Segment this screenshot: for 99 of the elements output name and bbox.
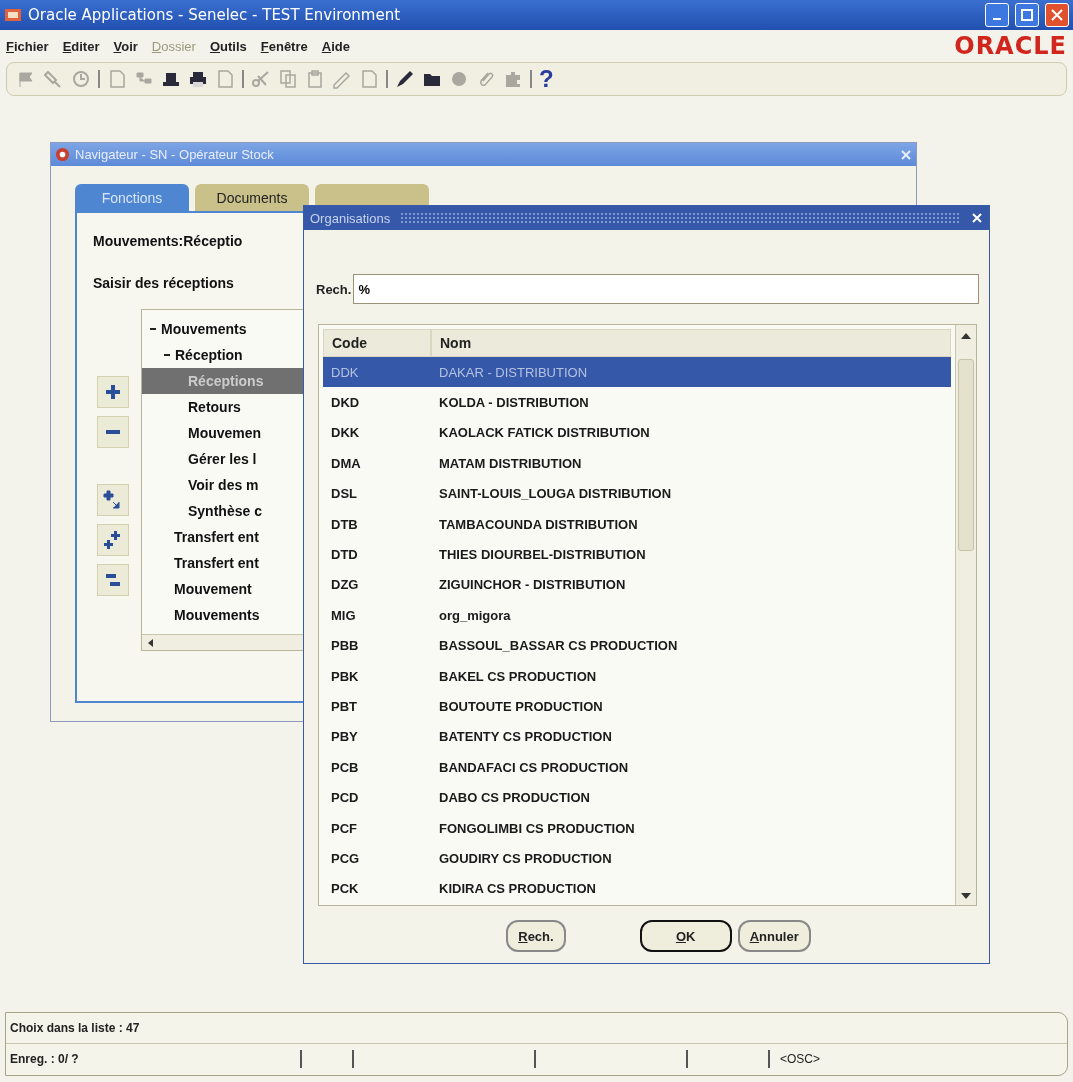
close-icon[interactable] bbox=[900, 148, 912, 161]
code-cell-text: DTD bbox=[330, 547, 359, 563]
logo: ORACLE bbox=[954, 32, 1067, 60]
list-row[interactable]: PCD DABO CS PRODUCTION bbox=[323, 782, 951, 813]
tree-item[interactable]: Mouvements bbox=[142, 316, 322, 342]
name-cell-text: ZIGUINCHOR - DISTRIBUTION bbox=[438, 577, 627, 593]
name-cell-text: SAINT-LOUIS_LOUGA DISTRIBUTION bbox=[438, 486, 673, 502]
double-plus-icon bbox=[103, 530, 123, 550]
code-cell-text: DDK bbox=[330, 364, 360, 380]
window-title: Oracle Applications - Senelec - TEST Environment bbox=[28, 6, 402, 24]
code-cell-text: PBT bbox=[330, 699, 358, 714]
column-header[interactable]: Nom bbox=[431, 329, 951, 357]
name-cell-text: org_migora bbox=[438, 607, 512, 623]
collapse-all-button[interactable] bbox=[97, 564, 129, 596]
function-heading: Mouvements:Réceptio bbox=[93, 233, 243, 249]
code-cell-text: DKD bbox=[330, 395, 361, 411]
dialog-button[interactable]: OK bbox=[639, 920, 732, 952]
name-cell-text: KIDIRA CS PRODUCTION bbox=[438, 881, 597, 897]
code-cell-text: PBK bbox=[330, 668, 360, 684]
name-cell-text: BATENTY CS PRODUCTION bbox=[438, 729, 613, 745]
name-cell-text: MATAM DISTRIBUTION bbox=[438, 455, 583, 471]
code-cell-text: PCF bbox=[330, 820, 358, 836]
collapse-button[interactable] bbox=[97, 416, 129, 448]
code-cell-text: PCD bbox=[330, 790, 360, 806]
mode-indicator: <OSC> bbox=[779, 1052, 821, 1066]
code-cell-text: PCB bbox=[330, 759, 360, 775]
maximize-icon bbox=[1021, 9, 1033, 21]
minimize-icon bbox=[993, 18, 1001, 20]
search-label: Rech. bbox=[316, 281, 352, 297]
code-cell-text: DSL bbox=[330, 486, 358, 502]
expand-button[interactable] bbox=[97, 376, 129, 408]
list-row[interactable]: DDK DAKAR - DISTRIBUTION bbox=[323, 357, 951, 388]
record-count: Enreg. : 0/ ? bbox=[9, 1052, 80, 1066]
status-message: Choix dans la liste : 47 bbox=[10, 1021, 140, 1035]
name-cell-text: DABO CS PRODUCTION bbox=[438, 790, 591, 806]
tab[interactable]: Documents bbox=[195, 184, 309, 211]
menu-item[interactable]: Aide bbox=[321, 38, 350, 54]
function-subheading: Saisir des réceptions bbox=[93, 275, 234, 291]
pen-icon[interactable] bbox=[395, 69, 415, 89]
list-row[interactable]: PBY BATENTY CS PRODUCTION bbox=[323, 721, 951, 753]
menu-item[interactable]: Fichier bbox=[6, 38, 49, 54]
code-cell-text: DZG bbox=[330, 577, 360, 593]
code-cell-text: PBB bbox=[330, 638, 360, 654]
tree-item[interactable]: Réception bbox=[142, 342, 322, 368]
list-row[interactable]: PBT BOUTOUTE PRODUCTION bbox=[323, 691, 951, 722]
search-field[interactable]: % bbox=[353, 274, 979, 304]
list-row[interactable]: DTD THIES DIOURBEL-DISTRIBUTION bbox=[323, 539, 951, 570]
name-cell-text: TAMBACOUNDA DISTRIBUTION bbox=[438, 516, 639, 532]
name-cell-text: BANDAFACI CS PRODUCTION bbox=[438, 759, 630, 775]
name-cell-text: KOLDA - DISTRIBUTION bbox=[438, 395, 590, 411]
window-title: Navigateur - SN - Opérateur Stock bbox=[75, 147, 275, 162]
dialog-button[interactable]: Annuler bbox=[737, 920, 811, 952]
help-button[interactable]: ? bbox=[539, 65, 554, 93]
menu-item[interactable]: Outils bbox=[209, 38, 247, 54]
list-row[interactable]: DSL SAINT-LOUIS_LOUGA DISTRIBUTION bbox=[323, 478, 951, 509]
name-cell-text: BAKEL CS PRODUCTION bbox=[438, 668, 598, 684]
name-cell-text: KAOLACK FATICK DISTRIBUTION bbox=[438, 425, 651, 441]
code-cell-text: MIG bbox=[330, 607, 357, 623]
list-row[interactable]: PCG GOUDIRY CS PRODUCTION bbox=[323, 843, 951, 874]
menu-item[interactable]: Editer bbox=[62, 38, 100, 54]
list-row[interactable]: DTB TAMBACOUNDA DISTRIBUTION bbox=[323, 508, 951, 540]
close-button[interactable] bbox=[1045, 3, 1069, 27]
menu-item[interactable]: Voir bbox=[113, 38, 138, 54]
name-cell-text: FONGOLIMBI CS PRODUCTION bbox=[438, 820, 636, 836]
expand-branch-button[interactable] bbox=[97, 484, 129, 516]
name-cell-text: BASSOUL_BASSAR CS PRODUCTION bbox=[438, 638, 679, 654]
name-cell-text: DAKAR - DISTRIBUTION bbox=[438, 364, 589, 380]
printer-icon[interactable] bbox=[188, 69, 208, 89]
maximize-button[interactable] bbox=[1015, 3, 1039, 27]
code-cell-text: DMA bbox=[330, 455, 362, 471]
list-row[interactable]: PCB BANDAFACI CS PRODUCTION bbox=[323, 752, 951, 783]
list-row[interactable]: DKK KAOLACK FATICK DISTRIBUTION bbox=[323, 417, 951, 449]
list-row[interactable]: PCF FONGOLIMBI CS PRODUCTION bbox=[323, 812, 951, 844]
menu-item[interactable]: Fenêtre bbox=[260, 38, 308, 54]
list-row[interactable]: DKD KOLDA - DISTRIBUTION bbox=[323, 387, 951, 418]
list-row[interactable]: PBK BAKEL CS PRODUCTION bbox=[323, 660, 951, 692]
close-icon bbox=[1051, 9, 1063, 21]
dialog-title: Organisations bbox=[310, 210, 391, 226]
code-cell-text: PBY bbox=[330, 729, 359, 745]
list-row[interactable]: PCK KIDIRA CS PRODUCTION bbox=[323, 873, 951, 905]
plus-arrow-icon bbox=[103, 490, 123, 510]
column-header[interactable]: Code bbox=[323, 329, 431, 357]
code-cell-text: PCK bbox=[330, 881, 360, 897]
name-cell-text: BOUTOUTE PRODUCTION bbox=[438, 699, 604, 714]
plus-icon bbox=[105, 384, 121, 400]
code-cell-text: DKK bbox=[330, 425, 361, 441]
list-row[interactable]: MIG org_migora bbox=[323, 600, 951, 631]
app-icon bbox=[55, 147, 70, 162]
code-cell-text: PCG bbox=[330, 850, 361, 866]
app-icon bbox=[4, 6, 22, 24]
list-row[interactable]: DZG ZIGUINCHOR - DISTRIBUTION bbox=[323, 569, 951, 601]
list-row[interactable]: DMA MATAM DISTRIBUTION bbox=[323, 448, 951, 479]
dialog-button[interactable]: Rech. bbox=[506, 920, 566, 952]
name-cell-text: GOUDIRY CS PRODUCTION bbox=[438, 850, 613, 866]
expand-all-button[interactable] bbox=[97, 524, 129, 556]
name-cell-text: THIES DIOURBEL-DISTRIBUTION bbox=[438, 547, 647, 563]
code-cell-text: DTB bbox=[330, 516, 359, 532]
minimize-button[interactable] bbox=[985, 3, 1009, 27]
list-row[interactable]: PBB BASSOUL_BASSAR CS PRODUCTION bbox=[323, 630, 951, 661]
